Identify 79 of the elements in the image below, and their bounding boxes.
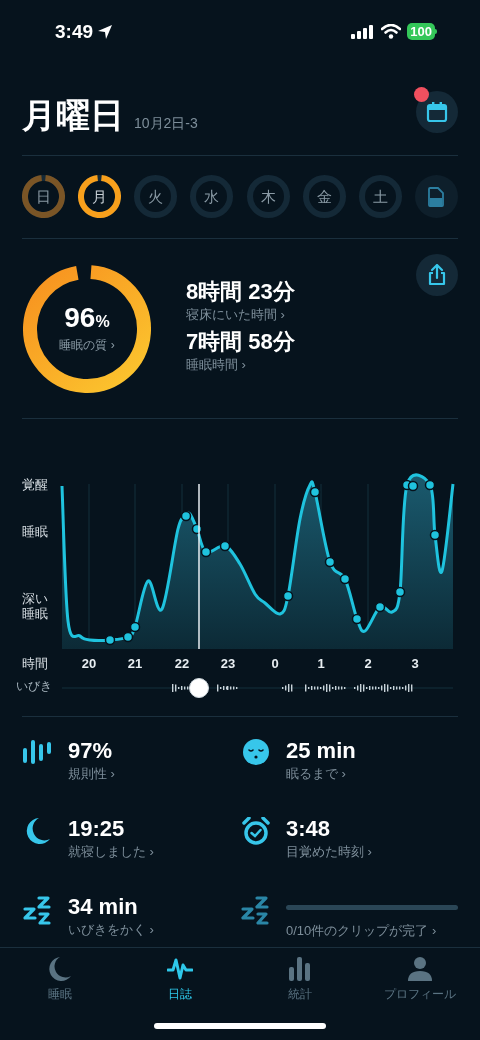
data-point — [374, 602, 386, 613]
alarm-clock-icon — [242, 817, 270, 846]
sleeping-face-icon — [243, 739, 269, 766]
day-ring-button[interactable]: 月 — [78, 175, 122, 219]
date-subtitle: 10月2日-3 — [134, 116, 198, 131]
data-point — [282, 591, 294, 602]
data-point — [407, 481, 419, 492]
stat-value: 97% — [68, 737, 114, 766]
stat-value: 25 min — [286, 737, 357, 766]
data-point — [394, 587, 406, 598]
tab[interactable]: 日誌 — [120, 956, 240, 1007]
person-icon — [407, 956, 433, 983]
quality-percentage: 96 — [64, 303, 96, 332]
stat-value: 19:25 — [68, 815, 126, 844]
data-point — [424, 480, 436, 491]
data-point — [309, 487, 321, 498]
stat-link[interactable]: いびきをかく › — [68, 921, 240, 940]
moon-icon — [25, 817, 51, 846]
stage-label: 覚醒 — [22, 477, 49, 493]
day-ring-button[interactable]: 火 — [134, 175, 178, 219]
day-ring-button[interactable]: 金 — [302, 175, 346, 219]
data-point — [429, 530, 441, 541]
hour-label: 2 — [363, 655, 373, 674]
percent-sign: % — [95, 312, 110, 332]
hour-label: 20 — [80, 655, 98, 674]
playhead-handle[interactable] — [189, 678, 209, 699]
data-point — [339, 574, 351, 585]
share-button[interactable] — [416, 253, 458, 296]
stage-label: 深い睡眠 — [22, 591, 49, 622]
duration-value: 7時間 58分 — [186, 327, 295, 356]
duration-link[interactable]: 睡眠時間 › — [186, 355, 295, 374]
report-button[interactable] — [415, 175, 458, 219]
status-time: 3:49 — [55, 19, 94, 44]
data-point — [180, 511, 192, 522]
stat-link[interactable]: 目覚めた時刻 › — [286, 843, 458, 862]
data-point — [351, 614, 363, 625]
wifi-icon — [381, 24, 402, 40]
calendar-icon — [426, 101, 448, 124]
location-arrow-icon — [97, 23, 114, 40]
tab[interactable]: 睡眠 — [0, 956, 120, 1007]
hour-label: 23 — [219, 655, 237, 674]
tab[interactable]: プロフィール — [360, 956, 480, 1007]
bars-icon — [23, 739, 53, 766]
day-ring-button[interactable]: 木 — [246, 175, 290, 219]
data-point — [104, 635, 116, 646]
axis-label: 時間 — [22, 655, 48, 674]
hour-label: 1 — [316, 655, 326, 674]
data-point — [129, 622, 141, 633]
data-point — [122, 632, 134, 643]
battery-indicator: 100 — [407, 23, 435, 41]
tab[interactable]: 統計 — [240, 956, 360, 1007]
data-point — [219, 541, 231, 552]
duration-link[interactable]: 寝床にいた時間 › — [186, 305, 295, 324]
snore-label: いびき — [16, 678, 52, 695]
stat-link[interactable]: 眠るまで › — [286, 765, 458, 784]
hour-label: 3 — [410, 655, 420, 674]
day-ring-button[interactable]: 土 — [358, 175, 402, 219]
data-point — [324, 557, 336, 568]
page-title: 月曜日 — [22, 98, 124, 133]
day-ring-button[interactable]: 日 — [22, 175, 65, 219]
duration-value: 8時間 23分 — [186, 277, 295, 306]
moon-icon — [47, 956, 73, 983]
hour-label: 22 — [173, 655, 191, 674]
signal-icon — [351, 24, 376, 39]
share-icon — [427, 263, 447, 286]
document-icon — [428, 186, 445, 207]
stat-link[interactable]: 就寝しました › — [68, 843, 240, 862]
data-point — [191, 524, 203, 535]
data-point — [200, 547, 212, 558]
stat-value: 3:48 — [286, 815, 332, 844]
stat-link[interactable]: 規則性 › — [68, 765, 240, 784]
hour-label: 0 — [270, 655, 280, 674]
stat-value: 34 min — [68, 893, 139, 922]
bar-chart-icon — [287, 956, 313, 983]
hour-label: 21 — [126, 655, 144, 674]
sleep-quality-link[interactable]: 睡眠の質 › — [59, 335, 115, 354]
day-ring-button[interactable]: 水 — [190, 175, 234, 219]
stat-link[interactable]: 0/10件のクリップが完了 › — [286, 922, 458, 941]
stage-label: 睡眠 — [22, 524, 49, 540]
